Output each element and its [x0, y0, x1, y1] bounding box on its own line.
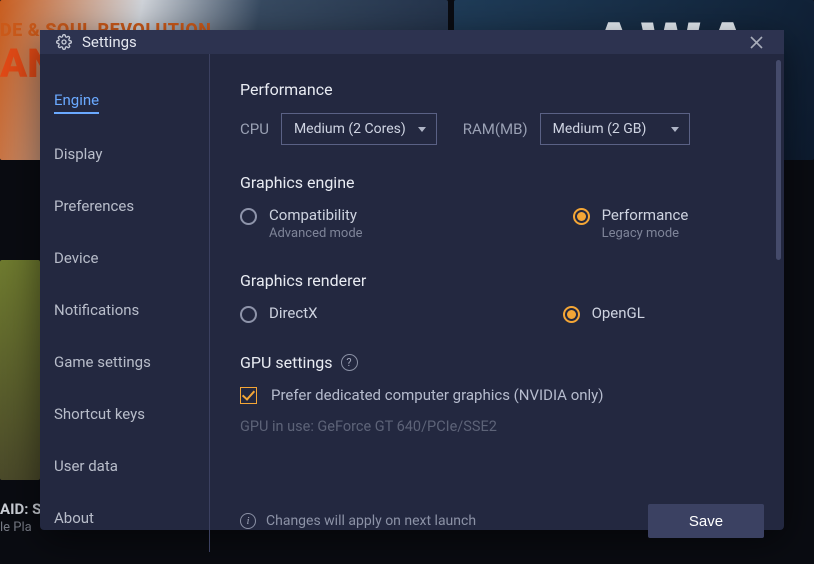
performance-row: CPU Medium (2 Cores) RAM(MB) Medium (2 G…: [240, 113, 764, 145]
radio-label: Compatibility: [269, 206, 363, 224]
sidebar-item-display[interactable]: Display: [54, 136, 102, 172]
prefer-dedicated-checkbox[interactable]: Prefer dedicated computer graphics (NVID…: [240, 386, 764, 404]
sidebar-item-about[interactable]: About: [54, 500, 94, 536]
radio-performance[interactable]: Performance Legacy mode: [573, 206, 689, 241]
footer-note: Changes will apply on next launch: [266, 513, 476, 529]
radio-sublabel: Legacy mode: [602, 226, 689, 241]
ram-label: RAM(MB): [463, 120, 528, 138]
ram-select[interactable]: Medium (2 GB): [540, 113, 690, 145]
section-title-graphics-renderer: Graphics renderer: [240, 271, 764, 290]
gpu-in-use-text: GPU in use: GeForce GT 640/PCIe/SSE2: [240, 418, 764, 435]
settings-sidebar: Engine Display Preferences Device Notifi…: [40, 54, 210, 552]
modal-title: Settings: [82, 33, 137, 51]
radio-icon: [573, 208, 590, 225]
close-button[interactable]: [744, 30, 768, 54]
chevron-down-icon: [671, 127, 679, 132]
radio-directx[interactable]: DirectX: [240, 304, 318, 323]
checkbox-icon: [240, 387, 257, 404]
settings-modal: Settings Engine Display Preferences Devi…: [40, 30, 784, 530]
radio-icon: [563, 306, 580, 323]
section-title-gpu-settings: GPU settings ?: [240, 353, 764, 372]
graphics-renderer-row: DirectX OpenGL: [240, 304, 764, 323]
gear-icon: [56, 34, 72, 50]
radio-icon: [240, 208, 257, 225]
graphics-engine-row: Compatibility Advanced mode Performance …: [240, 206, 764, 241]
modal-header: Settings: [40, 30, 784, 54]
radio-label: Performance: [602, 206, 689, 224]
scrollbar[interactable]: [776, 60, 781, 260]
radio-label: OpenGL: [592, 304, 645, 322]
save-button[interactable]: Save: [648, 504, 764, 538]
sidebar-item-engine[interactable]: Engine: [54, 82, 99, 114]
radio-compatibility[interactable]: Compatibility Advanced mode: [240, 206, 363, 241]
cpu-label: CPU: [240, 120, 269, 138]
cpu-select[interactable]: Medium (2 Cores): [281, 113, 437, 145]
settings-footer: i Changes will apply on next launch Save: [240, 504, 764, 538]
sidebar-item-user-data[interactable]: User data: [54, 448, 118, 484]
chevron-down-icon: [418, 127, 426, 132]
modal-body: Engine Display Preferences Device Notifi…: [40, 54, 784, 552]
cpu-select-value: Medium (2 Cores): [294, 121, 406, 137]
checkbox-label: Prefer dedicated computer graphics (NVID…: [271, 386, 604, 404]
gpu-settings-label: GPU settings: [240, 353, 333, 372]
close-icon: [750, 36, 763, 49]
radio-icon: [240, 306, 257, 323]
sidebar-item-device[interactable]: Device: [54, 240, 98, 276]
sidebar-item-notifications[interactable]: Notifications: [54, 292, 139, 328]
settings-content: Performance CPU Medium (2 Cores) RAM(MB)…: [210, 54, 784, 552]
info-icon: i: [240, 513, 256, 529]
ram-select-value: Medium (2 GB): [553, 121, 647, 137]
section-title-performance: Performance: [240, 80, 764, 99]
bg-game-title: AID: S: [0, 500, 41, 518]
sidebar-item-shortcut-keys[interactable]: Shortcut keys: [54, 396, 145, 432]
bg-game-subtitle: le Pla: [0, 520, 32, 535]
radio-sublabel: Advanced mode: [269, 226, 363, 241]
section-title-graphics-engine: Graphics engine: [240, 173, 764, 192]
sidebar-item-preferences[interactable]: Preferences: [54, 188, 134, 224]
radio-opengl[interactable]: OpenGL: [563, 304, 645, 323]
bg-tile: [0, 260, 40, 480]
sidebar-item-game-settings[interactable]: Game settings: [54, 344, 151, 380]
help-icon[interactable]: ?: [341, 354, 358, 371]
radio-label: DirectX: [269, 304, 318, 322]
